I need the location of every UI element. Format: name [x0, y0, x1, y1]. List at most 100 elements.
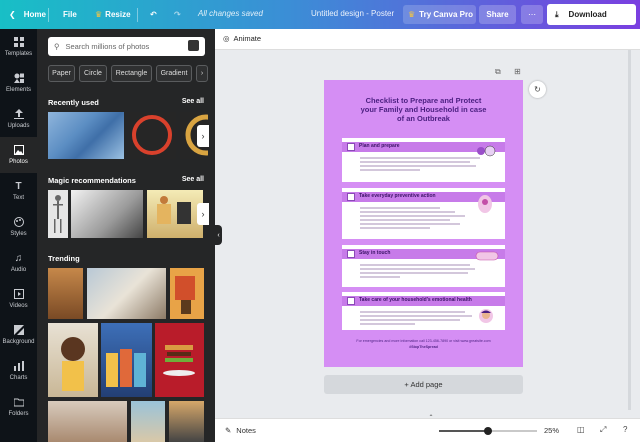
more-options-button[interactable]: ⋯: [521, 5, 543, 24]
rail-item-photos[interactable]: Photos: [0, 137, 37, 173]
trending-photo-9[interactable]: [169, 401, 204, 442]
rail-item-videos[interactable]: Videos: [0, 281, 37, 317]
see-all-recent-link[interactable]: See all: [182, 98, 204, 105]
notes-button[interactable]: ✎ Notes: [225, 426, 256, 435]
animate-toolbar: ◎ Animate: [215, 29, 640, 50]
bottom-bar: ⌃ ✎ Notes 25% ◫ ⤢ ?: [215, 415, 640, 442]
poster-footer[interactable]: For emergencies and more information cal…: [324, 338, 523, 350]
rail-item-folders[interactable]: Folders: [0, 389, 37, 425]
top-bar: ❮ Home File ♛ Resize ↶ ↷ All changes sav…: [0, 0, 640, 29]
checklist-card-1[interactable]: Plan and prepare: [342, 138, 505, 182]
help-icon[interactable]: ?: [623, 425, 627, 434]
collapse-panel-handle[interactable]: ‹: [215, 225, 222, 245]
text-line: [360, 207, 440, 209]
toast-image: [157, 196, 191, 224]
photos-panel: ⚲ Search millions of photos Paper Circle…: [37, 29, 215, 442]
magic-photo-hands[interactable]: [71, 190, 143, 238]
add-page-icon: ⊞: [514, 67, 521, 76]
skeleton-image: [53, 195, 63, 233]
resize-button[interactable]: ♛ Resize: [95, 0, 131, 29]
trending-photo-4[interactable]: [48, 323, 98, 397]
chip-label: Rectangle: [115, 70, 148, 77]
text-line: [360, 169, 420, 171]
portrait-image: [61, 337, 85, 391]
trending-photo-5[interactable]: [101, 323, 152, 397]
animate-button[interactable]: ◎ Animate: [223, 34, 261, 43]
trending-photo-1[interactable]: [48, 268, 83, 319]
rail-item-charts[interactable]: Charts: [0, 353, 37, 389]
rail-item-uploads[interactable]: Uploads: [0, 101, 37, 137]
chevron-up-icon[interactable]: ⌃: [426, 414, 436, 421]
magic-photo-toast[interactable]: [147, 190, 203, 238]
download-label: Download: [568, 10, 607, 19]
checklist-card-2[interactable]: Take everyday preventive action: [342, 188, 505, 239]
home-button[interactable]: ❮ Home: [9, 0, 46, 29]
pro-label: Try Canva Pro: [419, 10, 473, 19]
grid-view-icon[interactable]: ◫: [577, 425, 585, 434]
text-line: [360, 215, 465, 217]
text-line: [360, 311, 465, 313]
duplicate-page-button[interactable]: ⧉: [495, 67, 501, 77]
magic-photo-skeleton[interactable]: [48, 190, 68, 238]
text-line: [360, 315, 472, 317]
trending-photo-7[interactable]: [48, 401, 127, 442]
poster-title[interactable]: Checklist to Prepare and Protect your Fa…: [324, 96, 523, 123]
trending-photo-3[interactable]: [170, 268, 204, 319]
workspace-scrollbar[interactable]: [628, 50, 631, 410]
download-icon: ⤓: [555, 9, 559, 19]
checklist-card-4[interactable]: Take care of your household's emotional …: [342, 292, 505, 330]
rail-item-elements[interactable]: Elements: [0, 65, 37, 101]
trending-photo-8[interactable]: [131, 401, 165, 442]
recent-next-button[interactable]: ›: [197, 125, 209, 147]
download-button[interactable]: ⤓ Download: [547, 4, 636, 25]
add-page-button[interactable]: + Add page: [324, 375, 523, 394]
trending-photo-6[interactable]: [155, 323, 204, 397]
zoom-slider-knob[interactable]: [484, 427, 492, 435]
try-pro-button[interactable]: ♛ Try Canva Pro: [403, 5, 476, 24]
rail-item-text[interactable]: T Text: [0, 173, 37, 209]
rail-label: Charts: [9, 375, 28, 381]
refresh-button[interactable]: ↻: [529, 81, 546, 98]
share-button[interactable]: Share: [479, 5, 516, 24]
redo-button[interactable]: ↷: [174, 0, 181, 29]
rail-label: Background: [2, 339, 35, 345]
rail-item-templates[interactable]: Templates: [0, 29, 37, 65]
file-menu[interactable]: File: [63, 0, 77, 29]
chevron-right-icon: ›: [201, 131, 205, 141]
filter-chip-circle[interactable]: Circle: [79, 65, 107, 82]
filter-chip-paper[interactable]: Paper: [48, 65, 75, 82]
poster-page[interactable]: Checklist to Prepare and Protect your Fa…: [324, 80, 523, 367]
rail-item-audio[interactable]: ♫ Audio: [0, 245, 37, 281]
zoom-slider[interactable]: [439, 427, 537, 435]
checklist-card-3[interactable]: Stay in touch: [342, 245, 505, 287]
design-title[interactable]: Untitled design - Poster: [311, 9, 394, 18]
recent-photo-ring[interactable]: [128, 112, 176, 159]
card-heading: Plan and prepare: [359, 143, 400, 149]
virus-illustration: [477, 145, 496, 157]
filters-next-button[interactable]: ›: [196, 65, 208, 82]
undo-button[interactable]: ↶: [150, 0, 157, 29]
fullscreen-icon[interactable]: ⤢: [600, 425, 606, 435]
rail-item-styles[interactable]: Styles: [0, 209, 37, 245]
see-all-magic-link[interactable]: See all: [182, 176, 204, 183]
crown-icon: ♛: [408, 10, 416, 19]
filter-icon[interactable]: [188, 40, 199, 51]
rail-item-background[interactable]: Background: [0, 317, 37, 353]
filter-chip-rectangle[interactable]: Rectangle: [111, 65, 152, 82]
search-input[interactable]: ⚲ Search millions of photos: [48, 37, 205, 56]
text-line: [360, 223, 460, 225]
add-page-icon-button[interactable]: ⊞: [514, 67, 521, 76]
trending-photo-2[interactable]: [87, 268, 166, 319]
divider: [48, 8, 49, 22]
folder-icon: [13, 397, 24, 407]
left-rail: Templates Elements Uploads Photos T Text…: [0, 29, 37, 442]
filter-chip-gradient[interactable]: Gradient: [156, 65, 192, 82]
zoom-percentage[interactable]: 25%: [544, 426, 559, 435]
share-label: Share: [486, 10, 509, 19]
zoom-slider-fill: [439, 430, 488, 432]
recent-photo-blue[interactable]: [48, 112, 124, 159]
rail-label: Styles: [10, 231, 27, 237]
refresh-icon: ↻: [534, 85, 541, 94]
text-line: [360, 227, 430, 229]
magic-next-button[interactable]: ›: [197, 203, 209, 225]
